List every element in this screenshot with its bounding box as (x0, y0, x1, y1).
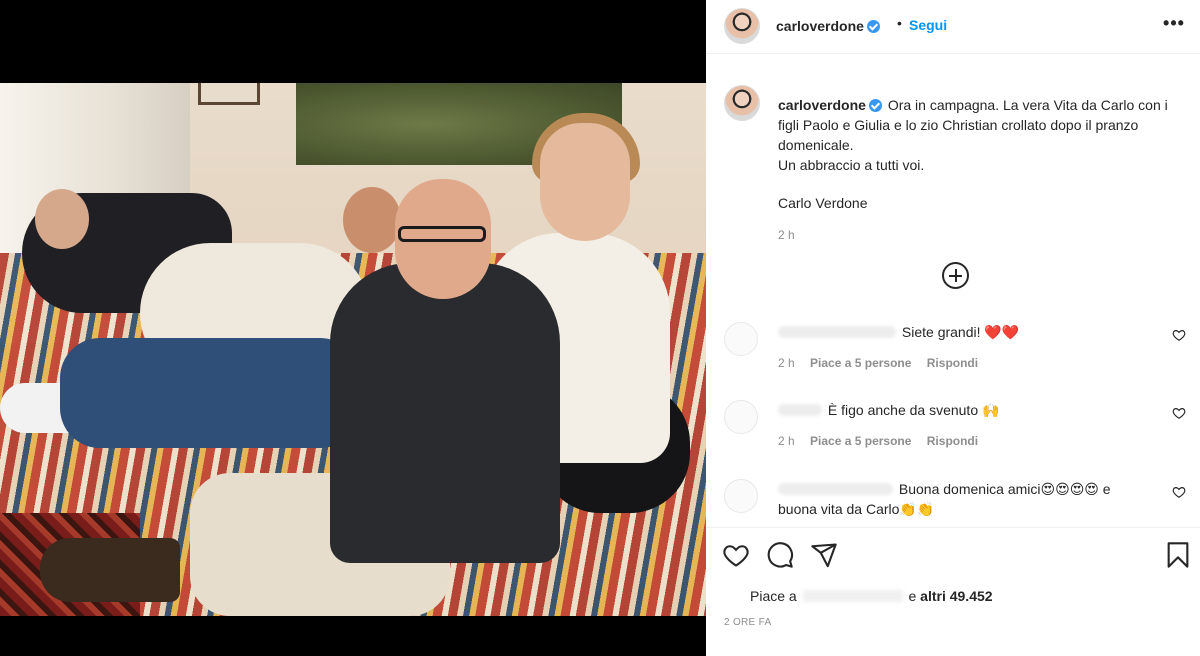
reply-button[interactable]: Rispondi (927, 434, 978, 448)
heart-icon[interactable] (1172, 485, 1186, 499)
caption-line: Un abbraccio a tutti voi. (778, 157, 925, 173)
post-media (0, 0, 706, 656)
likes-count[interactable]: altri 49.452 (920, 588, 992, 604)
comment-likes[interactable]: Piace a 5 persone (810, 356, 911, 370)
caption-timestamp[interactable]: 2 h (778, 228, 795, 242)
comment-avatar[interactable] (724, 322, 758, 356)
post-photo[interactable] (0, 83, 706, 616)
caption-avatar[interactable] (724, 85, 760, 121)
comment-icon[interactable] (766, 541, 794, 569)
comment-text: Siete grandi! ❤️❤️ (901, 324, 1020, 340)
post-timestamp[interactable]: 2 ORE FA (724, 617, 771, 628)
comment-time[interactable]: 2 h (778, 356, 795, 370)
separator-dot: • (897, 15, 902, 31)
redacted-username (778, 326, 896, 338)
redacted-username (778, 483, 893, 495)
redacted-username (778, 404, 822, 416)
send-icon[interactable] (810, 541, 838, 569)
plus-circle-icon[interactable] (942, 262, 969, 289)
comment-avatar[interactable] (724, 479, 758, 513)
heart-icon[interactable] (1172, 406, 1186, 420)
comment-time[interactable]: 2 h (778, 434, 795, 448)
comment-text: È figo anche da svenuto 🙌 (827, 402, 1000, 418)
post-panel: carloverdone • Segui ••• carloverdone Or… (706, 0, 1200, 656)
reply-button[interactable]: Rispondi (927, 356, 978, 370)
more-options-icon[interactable]: ••• (1162, 14, 1186, 38)
comment-likes[interactable]: Piace a 5 persone (810, 434, 911, 448)
post-header: carloverdone • Segui ••• (706, 0, 1200, 54)
caption-username[interactable]: carloverdone (778, 97, 882, 113)
redacted-username (802, 590, 903, 602)
verified-badge-icon (868, 99, 882, 112)
header-username[interactable]: carloverdone (776, 18, 880, 34)
bookmark-icon[interactable] (1164, 541, 1192, 569)
heart-icon[interactable] (722, 541, 750, 569)
avatar[interactable] (724, 8, 760, 44)
caption-signature: Carlo Verdone (778, 195, 868, 211)
comments-section[interactable]: carloverdone Ora in campagna. La vera Vi… (706, 75, 1200, 527)
verified-badge-icon (866, 20, 880, 33)
likes-summary[interactable]: Piace a e altri 49.452 (750, 588, 993, 604)
comment-avatar[interactable] (724, 400, 758, 434)
heart-icon[interactable] (1172, 328, 1186, 342)
follow-button[interactable]: Segui (909, 17, 947, 33)
